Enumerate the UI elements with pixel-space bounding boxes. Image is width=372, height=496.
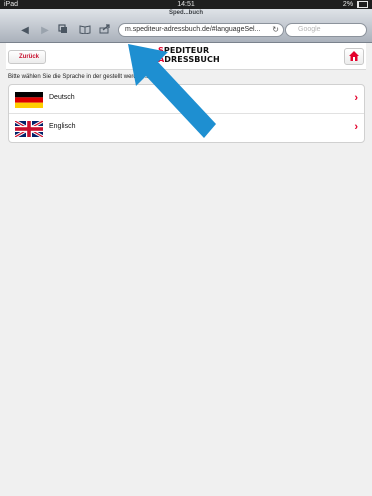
zurueck-label: Zurück xyxy=(19,54,40,60)
status-bar: iPad 14:51 2% xyxy=(0,0,372,9)
search-field[interactable]: Google xyxy=(285,23,367,37)
battery-percent: 2% xyxy=(342,1,354,8)
tabs-icon[interactable] xyxy=(56,24,70,38)
reload-icon[interactable]: ↻ xyxy=(272,24,279,36)
back-arrow-icon[interactable]: ◀ xyxy=(18,24,32,38)
clock: 14:51 xyxy=(177,1,195,8)
battery-status: 2% xyxy=(343,0,368,9)
chevron-right-icon: › xyxy=(354,121,358,133)
page-title: Sped...buch xyxy=(168,10,203,16)
home-button[interactable] xyxy=(344,48,364,65)
url-field[interactable]: m.spediteur-adressbuch.de/#languageSel..… xyxy=(118,23,284,37)
uk-flag-icon xyxy=(15,121,43,137)
bookmarks-icon[interactable] xyxy=(78,24,92,38)
battery-icon xyxy=(357,0,368,8)
forward-arrow-icon[interactable]: ▶ xyxy=(38,24,52,38)
de-flag-icon xyxy=(15,92,43,108)
zurueck-button[interactable]: Zurück xyxy=(8,50,47,64)
book-svg xyxy=(79,25,91,35)
pointer-arrow-icon xyxy=(128,44,216,138)
tabs-svg xyxy=(58,24,67,33)
language-label: Deutsch xyxy=(49,94,75,101)
screen: iPad 14:51 2% Sped...buch ◀ ▶ m.spediteu… xyxy=(0,0,372,496)
search-placeholder: Google xyxy=(298,26,321,33)
url-text: m.spediteur-adressbuch.de/#languageSel..… xyxy=(125,26,261,33)
browser-toolbar: Sped...buch ◀ ▶ m.spediteur-adressbuch.d… xyxy=(0,9,372,43)
language-label: Englisch xyxy=(49,123,76,130)
home-icon xyxy=(349,51,359,61)
share-svg xyxy=(99,24,110,34)
chevron-right-icon: › xyxy=(354,92,358,104)
share-icon[interactable] xyxy=(98,24,112,38)
